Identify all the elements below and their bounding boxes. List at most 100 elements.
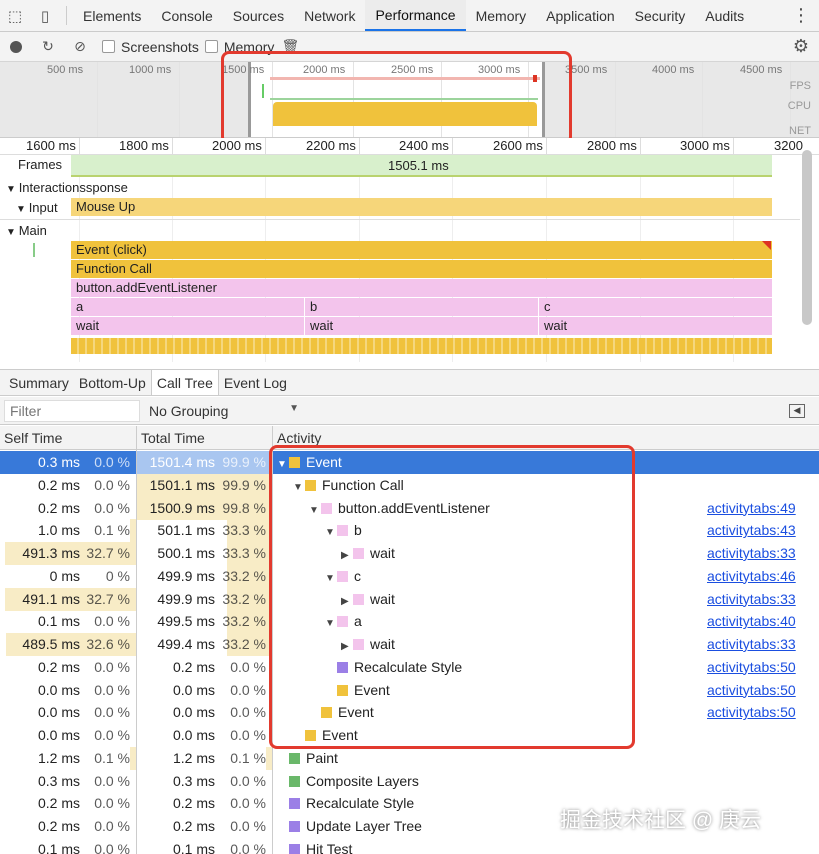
nested-calls-strip[interactable] [71, 338, 772, 354]
total-time-value: 499.5 ms [157, 613, 215, 630]
collapse-triangle-icon: ▼ [6, 184, 19, 195]
wait-b-bar[interactable]: wait [305, 317, 538, 335]
total-time-value: 499.9 ms [157, 567, 215, 584]
ruler-tick-label: 2200 ms [306, 138, 356, 153]
self-time-percent: 0.1 % [94, 522, 130, 539]
record-button[interactable] [0, 40, 32, 53]
add-event-listener-bar[interactable]: button.addEventListener [71, 279, 772, 297]
total-time-value: 499.9 ms [157, 590, 215, 607]
main-track[interactable]: ▼ Main [6, 223, 47, 238]
more-menu-icon[interactable]: ⋮ [783, 0, 819, 31]
source-link[interactable]: activitytabs:46 [707, 568, 796, 584]
total-time-percent: 33.2 % [222, 636, 266, 652]
source-link[interactable]: activitytabs:33 [707, 591, 796, 607]
checkbox-box[interactable] [102, 40, 115, 53]
input-label: Input [28, 200, 58, 215]
toggle-sidebar-icon[interactable]: ◀ [789, 403, 805, 418]
main-label: Main [18, 223, 47, 238]
tab-memory[interactable]: Memory [466, 0, 537, 31]
function-c-bar[interactable]: c [539, 298, 772, 316]
tab-summary[interactable]: Summary [0, 370, 74, 395]
total-time-header[interactable]: Total Time [141, 430, 205, 446]
self-time-value: 0.1 ms [37, 840, 80, 854]
overview-tick-label: 500 ms [47, 64, 84, 76]
overview-grid-line [702, 62, 703, 137]
settings-gear-icon[interactable]: ⚙ [783, 36, 819, 57]
device-toolbar-icon[interactable]: ▯ [30, 0, 60, 31]
activity-cell[interactable]: Update Layer Tree [277, 818, 422, 834]
ruler-grid-line [733, 138, 734, 155]
source-link[interactable]: activitytabs:50 [707, 659, 796, 675]
filter-bar: No Grouping ▼ ◀ [0, 397, 819, 425]
tab-call-tree[interactable]: Call Tree [150, 370, 219, 395]
activity-name: Update Layer Tree [306, 818, 422, 834]
source-link[interactable]: activitytabs:43 [707, 522, 796, 538]
screenshots-checkbox[interactable]: Screenshots [102, 39, 199, 55]
table-row[interactable]: 0.3 ms 0.0 % 0.3 ms 0.0 % Composite Layers [0, 770, 819, 793]
details-tabbar: Summary Bottom-Up Call Tree Event Log [0, 369, 819, 396]
table-row[interactable]: 0.1 ms 0.0 % 0.1 ms 0.0 % Hit Test [0, 838, 819, 854]
activity-cell[interactable]: Hit Test [277, 841, 352, 854]
tab-bottom-up[interactable]: Bottom-Up [74, 370, 151, 395]
source-link[interactable]: activitytabs:33 [707, 636, 796, 652]
wait-a-bar[interactable]: wait [71, 317, 304, 335]
activity-cell[interactable]: Composite Layers [277, 773, 419, 789]
category-color-swatch [289, 798, 300, 810]
ruler-tick-label: 2400 ms [399, 138, 449, 153]
tab-application[interactable]: Application [536, 0, 625, 31]
event-click-bar[interactable]: Event (click) [71, 241, 772, 259]
self-time-percent: 0.0 % [94, 476, 130, 493]
flame-scrollbar[interactable] [802, 150, 812, 325]
source-link[interactable]: activitytabs:50 [707, 704, 796, 720]
interactions-track[interactable]: ▼ Interactionssponse [6, 180, 128, 195]
total-time-percent: 0.0 % [230, 840, 266, 854]
clear-button[interactable]: ⊘ [64, 38, 96, 55]
grouping-value: No Grouping [149, 402, 229, 419]
inspect-element-icon[interactable]: ⬚ [0, 0, 30, 31]
ruler-tick-label: 2800 ms [587, 138, 637, 153]
self-time-percent: 0.0 % [94, 818, 130, 834]
activity-cell[interactable]: Paint [277, 750, 338, 766]
source-link[interactable]: activitytabs:49 [707, 500, 796, 516]
total-time-value: 0.2 ms [172, 658, 215, 675]
reload-button[interactable]: ↻ [32, 38, 64, 55]
function-call-bar[interactable]: Function Call [71, 260, 772, 278]
source-link[interactable]: activitytabs:33 [707, 545, 796, 561]
total-time-percent: 99.9 % [222, 454, 266, 470]
frame-duration: 1505.1 ms [388, 158, 449, 173]
tab-security[interactable]: Security [625, 0, 696, 31]
filter-input[interactable] [4, 399, 140, 422]
wait-c-bar[interactable]: wait [539, 317, 772, 335]
clear-icon: ⊘ [74, 38, 86, 54]
tab-elements[interactable]: Elements [73, 0, 151, 31]
total-time-percent: 0.0 % [230, 727, 266, 743]
tab-event-log[interactable]: Event Log [219, 370, 292, 395]
source-link[interactable]: activitytabs:40 [707, 613, 796, 629]
ruler-grid-line [359, 138, 360, 155]
tab-sources[interactable]: Sources [223, 0, 294, 31]
function-b-bar[interactable]: b [305, 298, 538, 316]
checkbox-box[interactable] [204, 40, 218, 53]
self-time-value: 0.2 ms [37, 795, 80, 812]
table-row[interactable]: 1.2 ms 0.1 % 1.2 ms 0.1 % Paint [0, 746, 819, 770]
mouse-up-bar[interactable]: Mouse Up [71, 198, 772, 216]
self-time-value: 0.2 ms [37, 476, 80, 493]
self-time-value: 0.0 ms [37, 727, 80, 743]
flame-chart[interactable]: Frames 1505.1 ms ▼ Interactionssponse ▼ … [0, 155, 800, 362]
input-track[interactable]: ▼ Input [16, 200, 58, 215]
self-time-header[interactable]: Self Time [4, 430, 62, 446]
source-link[interactable]: activitytabs:50 [707, 682, 796, 698]
tab-audits[interactable]: Audits [695, 0, 754, 31]
total-time-percent: 0.0 % [230, 704, 266, 721]
total-time-percent: 0.1 % [230, 749, 266, 766]
activity-cell[interactable]: Recalculate Style [277, 795, 414, 811]
ruler-grid-line [640, 138, 641, 155]
total-time-value: 1501.4 ms [149, 454, 215, 470]
grouping-select[interactable]: No Grouping ▼ [149, 403, 299, 419]
total-time-percent: 0.0 % [230, 658, 266, 675]
activity-header[interactable]: Activity [277, 430, 321, 446]
function-a-bar[interactable]: a [71, 298, 304, 316]
tab-performance[interactable]: Performance [365, 0, 466, 31]
tab-console[interactable]: Console [151, 0, 222, 31]
tab-network[interactable]: Network [294, 0, 365, 31]
